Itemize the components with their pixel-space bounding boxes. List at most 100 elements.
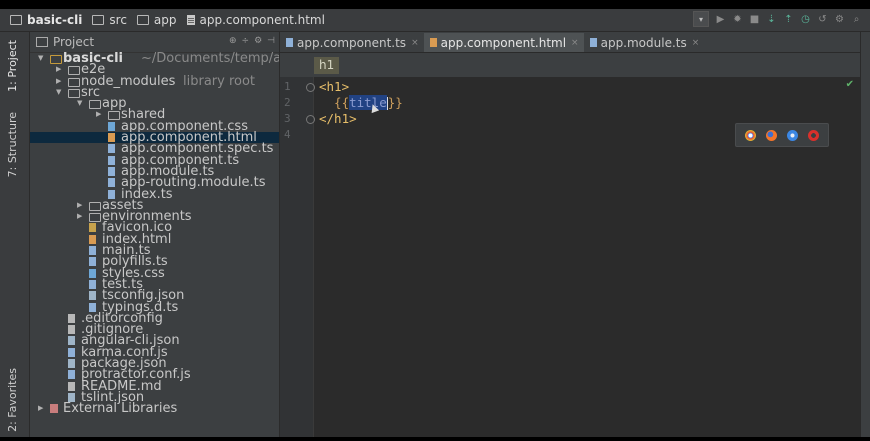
editor-tab[interactable]: app.component.ts × bbox=[280, 33, 424, 52]
chevron-right-icon[interactable]: ▶ bbox=[96, 109, 104, 120]
tree-file[interactable]: index.ts bbox=[30, 187, 279, 201]
ts-file-icon bbox=[108, 178, 115, 188]
debug-icon[interactable]: ✹ bbox=[732, 14, 743, 25]
line-gutter: 1 2 3 4 bbox=[280, 77, 315, 437]
editor-tab-label: app.module.ts bbox=[600, 35, 687, 50]
folder-icon bbox=[68, 66, 80, 76]
css-file-icon bbox=[89, 268, 96, 278]
editor-tabs: app.component.ts × app.component.html × app.… bbox=[280, 32, 860, 53]
close-icon[interactable]: × bbox=[571, 38, 579, 48]
tree-file[interactable]: README.md bbox=[30, 379, 279, 393]
ts-file-icon bbox=[108, 166, 115, 176]
folder-icon bbox=[10, 15, 22, 25]
chrome-icon[interactable] bbox=[745, 129, 756, 141]
file-icon bbox=[186, 15, 195, 25]
chevron-down-icon[interactable]: ▼ bbox=[77, 98, 85, 109]
tree-item-hint: library root bbox=[183, 73, 256, 89]
html-file-icon bbox=[108, 133, 115, 143]
code-line-3[interactable]: </h1> bbox=[319, 111, 357, 126]
ts-file-icon bbox=[286, 38, 293, 47]
tree-item-label: External Libraries bbox=[63, 401, 178, 417]
vcs-history-icon[interactable]: ◷ bbox=[800, 14, 811, 25]
tab-favorites[interactable]: 2: Favorites bbox=[6, 368, 19, 432]
json-file-icon bbox=[68, 359, 75, 369]
nav-crumb-file[interactable]: app.component.html bbox=[186, 13, 325, 27]
stop-icon[interactable]: ■ bbox=[749, 14, 760, 25]
tree-folder[interactable]: ▼ src bbox=[30, 84, 279, 100]
code-line-1[interactable]: <h1> bbox=[319, 79, 349, 94]
chevron-down-icon[interactable]: ▼ bbox=[56, 87, 64, 98]
folder-icon bbox=[68, 88, 80, 98]
search-icon[interactable]: ⌕ bbox=[851, 14, 862, 25]
vcs-update-icon[interactable]: ⇣ bbox=[766, 14, 777, 25]
browser-preview-popup bbox=[735, 123, 829, 147]
folder-icon bbox=[136, 15, 149, 25]
right-tool-strip bbox=[860, 32, 870, 437]
chevron-right-icon[interactable]: ▶ bbox=[56, 76, 64, 87]
scroll-from-source-icon[interactable]: ⊕ bbox=[229, 36, 237, 46]
tree-folder[interactable]: ▶ node_modules library root bbox=[30, 73, 279, 89]
nav-crumb-src[interactable]: src bbox=[92, 13, 127, 27]
chevron-right-icon[interactable]: ▶ bbox=[56, 64, 64, 75]
editor-breadcrumb-bar: h1 bbox=[280, 53, 860, 77]
folder-icon bbox=[89, 100, 101, 110]
nav-crumb-app[interactable]: app bbox=[136, 13, 177, 27]
html-file-icon bbox=[429, 38, 437, 47]
settings-icon[interactable]: ⚙ bbox=[834, 14, 845, 25]
chevron-right-icon[interactable]: ▶ bbox=[77, 200, 85, 211]
fold-marker-icon[interactable] bbox=[306, 115, 315, 124]
panel-tools: ⊕ ÷ ⚙ ⊣ bbox=[229, 36, 275, 46]
nav-crumb-label: app.component.html bbox=[199, 13, 325, 27]
tab-structure[interactable]: 7: Structure bbox=[6, 112, 19, 177]
editor-tab-label: app.component.ts bbox=[297, 35, 407, 50]
firefox-icon[interactable] bbox=[766, 129, 777, 141]
chevron-right-icon[interactable]: ▶ bbox=[38, 403, 46, 414]
selected-text: title bbox=[349, 95, 387, 110]
project-panel-title[interactable]: Project bbox=[53, 35, 94, 49]
chevron-right-icon[interactable]: ▶ bbox=[77, 211, 85, 222]
tree-file[interactable]: ▶ External Libraries bbox=[30, 401, 279, 417]
hide-icon[interactable]: ⊣ bbox=[267, 36, 275, 46]
gear-icon[interactable]: ⚙ bbox=[254, 36, 262, 46]
plain-file-icon bbox=[68, 313, 75, 323]
nav-crumb-label: src bbox=[109, 13, 127, 27]
safari-icon[interactable] bbox=[787, 129, 798, 141]
tab-structure-label: 7: Structure bbox=[6, 112, 19, 178]
json-file-icon bbox=[89, 291, 96, 301]
code-brace: {{ bbox=[319, 95, 350, 110]
plain-file-icon bbox=[68, 381, 75, 391]
nav-crumb-project[interactable]: basic-cli bbox=[10, 13, 82, 27]
line-number: 4 bbox=[284, 128, 291, 141]
folder-icon bbox=[108, 111, 120, 121]
project-tree: ▼ basic-cli ~/Documents/temp/a2 ▶ e2e ▶ node_m… bbox=[30, 52, 279, 417]
run-config-dropdown[interactable]: ▾ bbox=[693, 11, 709, 27]
chevron-down-icon[interactable]: ▼ bbox=[38, 53, 46, 64]
vcs-commit-icon[interactable]: ⇡ bbox=[783, 14, 794, 25]
opera-icon[interactable] bbox=[808, 129, 819, 141]
revert-icon[interactable]: ↺ bbox=[817, 14, 828, 25]
ts-file-icon bbox=[108, 155, 115, 165]
close-icon[interactable]: × bbox=[692, 38, 700, 48]
editor-tab[interactable]: app.component.html × bbox=[423, 33, 584, 52]
tree-item-label: src bbox=[81, 84, 100, 100]
run-icon[interactable]: ▶ bbox=[715, 14, 726, 25]
code-line-2[interactable]: {{title}} bbox=[319, 95, 403, 110]
tree-folder[interactable]: ▼ basic-cli ~/Documents/temp/a2 bbox=[30, 52, 279, 65]
tab-project[interactable]: 1: Project bbox=[6, 40, 19, 92]
editor-tab[interactable]: app.module.ts × bbox=[584, 33, 705, 52]
tree-file[interactable]: index.html bbox=[30, 233, 279, 246]
tree-file[interactable]: .editorconfig bbox=[30, 312, 279, 325]
tree-file[interactable]: styles.css bbox=[30, 266, 279, 280]
folder-icon bbox=[50, 55, 62, 64]
folder-icon bbox=[68, 77, 80, 87]
editor-area: app.component.ts × app.component.html × app.… bbox=[280, 32, 860, 437]
tab-project-label: 1: Project bbox=[6, 40, 19, 92]
css-file-icon bbox=[108, 121, 115, 131]
collapse-all-icon[interactable]: ÷ bbox=[242, 36, 250, 46]
close-icon[interactable]: × bbox=[411, 38, 419, 48]
top-bezel bbox=[0, 0, 870, 9]
nav-crumb-label: basic-cli bbox=[27, 13, 83, 27]
fold-marker-icon[interactable] bbox=[306, 83, 315, 92]
tag-breadcrumb[interactable]: h1 bbox=[314, 57, 340, 74]
project-panel-header: Project ⊕ ÷ ⚙ ⊣ bbox=[30, 32, 279, 53]
